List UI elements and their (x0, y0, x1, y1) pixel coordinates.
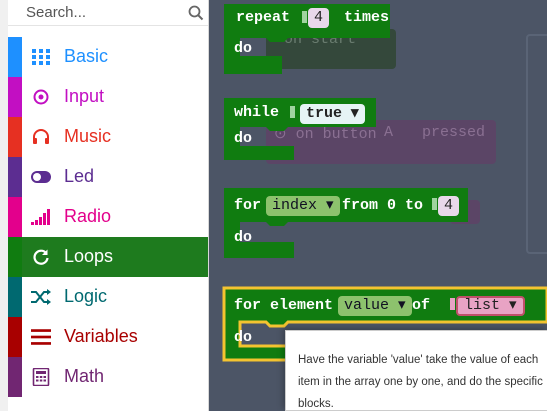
category-color-bar (8, 357, 22, 397)
for-element-of-label: of (412, 297, 431, 314)
category-input[interactable]: Input (8, 77, 208, 117)
repeat-do-label: do (234, 40, 253, 57)
input-notch (290, 106, 295, 118)
category-color-bar (8, 77, 22, 117)
category-color-bar (8, 197, 22, 237)
category-label: Input (64, 86, 105, 106)
category-basic[interactable]: Basic (8, 37, 208, 77)
category-label: Basic (64, 46, 109, 66)
input-notch (302, 11, 307, 23)
search-box[interactable]: Search... (8, 0, 208, 26)
calculator-icon (32, 368, 50, 386)
for-index-variable-dropdown[interactable]: index ▾ (266, 196, 340, 216)
for-from-label: from 0 to (342, 197, 424, 214)
for-element-list-dropdown[interactable]: list ▾ (456, 296, 525, 316)
category-color-bar (8, 117, 22, 157)
toolbox: Search... Basic Input Music Led Radio Lo… (0, 0, 209, 411)
refresh-icon (33, 249, 49, 265)
category-color-bar (8, 37, 22, 77)
search-input[interactable]: Search... (26, 4, 86, 21)
category-label: Music (64, 126, 112, 146)
shuffle-icon (31, 289, 51, 305)
category-label: Led (64, 166, 95, 186)
category-label: Loops (64, 246, 114, 266)
category-label: Radio (64, 206, 112, 226)
grid-icon (32, 49, 50, 65)
target-icon (33, 89, 49, 105)
for-index-do-label: do (234, 229, 253, 246)
while-do-label: do (234, 130, 253, 147)
repeat-suffix: times (344, 9, 390, 26)
input-notch (450, 298, 455, 310)
for-element-do-label: do (234, 329, 253, 346)
category-color-bar (8, 317, 22, 357)
repeat-count-input[interactable]: 4 (308, 8, 330, 28)
tooltip-text: Have the variable 'value' take the value… (298, 354, 543, 410)
signal-bars-icon (31, 209, 50, 225)
while-keyword: while (234, 104, 280, 121)
toggle-icon (31, 171, 51, 183)
headphones-icon (33, 129, 49, 144)
for-element-variable-dropdown[interactable]: value ▾ (338, 296, 412, 316)
search-icon[interactable] (188, 5, 204, 21)
category-variables[interactable]: Variables (8, 317, 208, 357)
toolbox-edge (0, 0, 8, 411)
category-math[interactable]: Math (8, 357, 208, 397)
lines-icon (31, 329, 51, 345)
category-music[interactable]: Music (8, 117, 208, 157)
for-keyword: for (234, 197, 262, 214)
category-label: Logic (64, 286, 108, 306)
category-label: Variables (64, 326, 138, 346)
input-notch (432, 198, 437, 210)
for-element-keyword: for element (234, 297, 334, 314)
category-led[interactable]: Led (8, 157, 208, 197)
category-color-bar (8, 277, 22, 317)
category-label: Math (64, 366, 105, 386)
for-to-input[interactable]: 4 (438, 196, 460, 216)
category-color-bar (8, 157, 22, 197)
repeat-keyword: repeat (236, 9, 291, 26)
category-radio[interactable]: Radio (8, 197, 208, 237)
block-tooltip: Have the variable 'value' take the value… (285, 330, 547, 411)
category-color-bar (8, 237, 22, 277)
while-condition-dropdown[interactable]: true ▾ (300, 104, 365, 124)
category-loops[interactable]: Loops (8, 237, 208, 277)
category-logic[interactable]: Logic (8, 277, 208, 317)
